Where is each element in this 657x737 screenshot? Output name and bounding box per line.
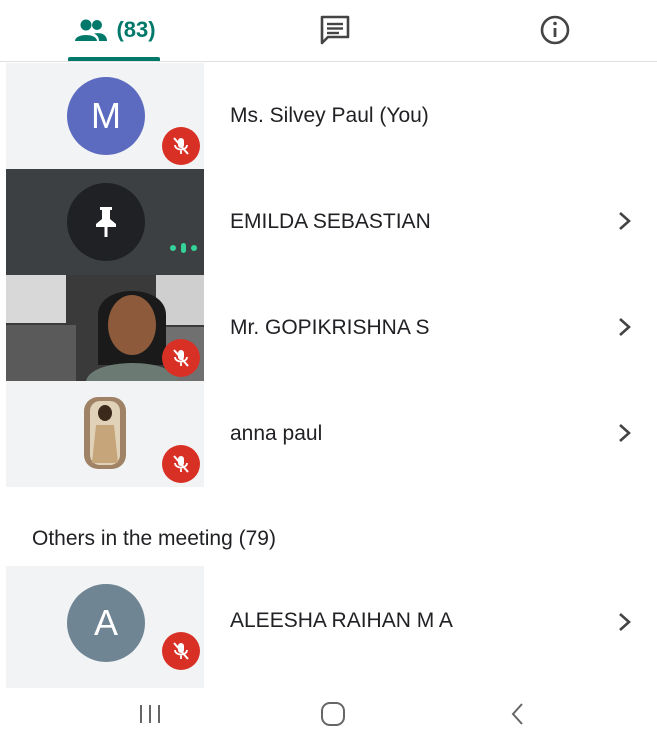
participant-photo bbox=[84, 397, 126, 469]
participant-list: M Ms. Silvey Paul (You) EMILDA SEBASTIAN… bbox=[0, 63, 657, 487]
participant-row-aleesha[interactable]: A ALEESHA RAIHAN M A bbox=[0, 566, 657, 688]
back-icon bbox=[511, 703, 523, 725]
system-nav-bar bbox=[0, 690, 657, 737]
back-button[interactable] bbox=[488, 694, 548, 734]
info-icon bbox=[540, 15, 570, 45]
home-icon bbox=[321, 702, 345, 726]
participant-tile: M bbox=[6, 63, 204, 169]
avatar: A bbox=[67, 584, 145, 662]
people-icon bbox=[75, 19, 108, 41]
chevron-right-icon[interactable] bbox=[615, 608, 635, 636]
pin-icon bbox=[67, 183, 145, 261]
participant-row-you[interactable]: M Ms. Silvey Paul (You) bbox=[0, 63, 657, 169]
active-tab-indicator bbox=[68, 57, 160, 61]
chevron-right-icon[interactable] bbox=[615, 419, 635, 447]
participant-video-tile bbox=[6, 275, 204, 381]
speaking-indicator-icon bbox=[170, 243, 197, 253]
avatar: M bbox=[67, 77, 145, 155]
people-count: (83) bbox=[116, 17, 156, 42]
tab-chat[interactable] bbox=[285, 0, 385, 60]
home-button[interactable] bbox=[303, 694, 363, 734]
tab-bar: (83) bbox=[0, 0, 657, 62]
muted-mic-icon bbox=[162, 127, 200, 165]
chat-icon bbox=[320, 15, 350, 45]
recents-button[interactable] bbox=[120, 694, 180, 734]
participant-name: EMILDA SEBASTIAN bbox=[230, 210, 431, 233]
chevron-right-icon[interactable] bbox=[615, 313, 635, 341]
participant-name: Ms. Silvey Paul (You) bbox=[230, 104, 429, 127]
participant-tile bbox=[6, 169, 204, 275]
recents-icon bbox=[140, 705, 160, 723]
muted-mic-icon bbox=[162, 339, 200, 377]
muted-mic-icon bbox=[162, 445, 200, 483]
participant-row-emilda[interactable]: EMILDA SEBASTIAN bbox=[0, 169, 657, 275]
participant-row-anna[interactable]: anna paul bbox=[0, 381, 657, 487]
participant-row-gopikrishna[interactable]: Mr. GOPIKRISHNA S bbox=[0, 275, 657, 381]
participant-tile: A bbox=[6, 566, 204, 688]
avatar-initial: M bbox=[91, 95, 121, 136]
muted-mic-icon bbox=[162, 632, 200, 670]
avatar-initial: A bbox=[93, 602, 118, 643]
participant-name: ALEESHA RAIHAN M A bbox=[230, 609, 453, 632]
participant-tile bbox=[6, 381, 204, 487]
chevron-right-icon[interactable] bbox=[615, 207, 635, 235]
tab-info[interactable] bbox=[505, 0, 605, 60]
participant-name: Mr. GOPIKRISHNA S bbox=[230, 316, 430, 339]
others-section-header: Others in the meeting (79) bbox=[32, 527, 276, 550]
tab-people[interactable]: (83) bbox=[60, 0, 170, 60]
participant-name: anna paul bbox=[230, 422, 323, 445]
